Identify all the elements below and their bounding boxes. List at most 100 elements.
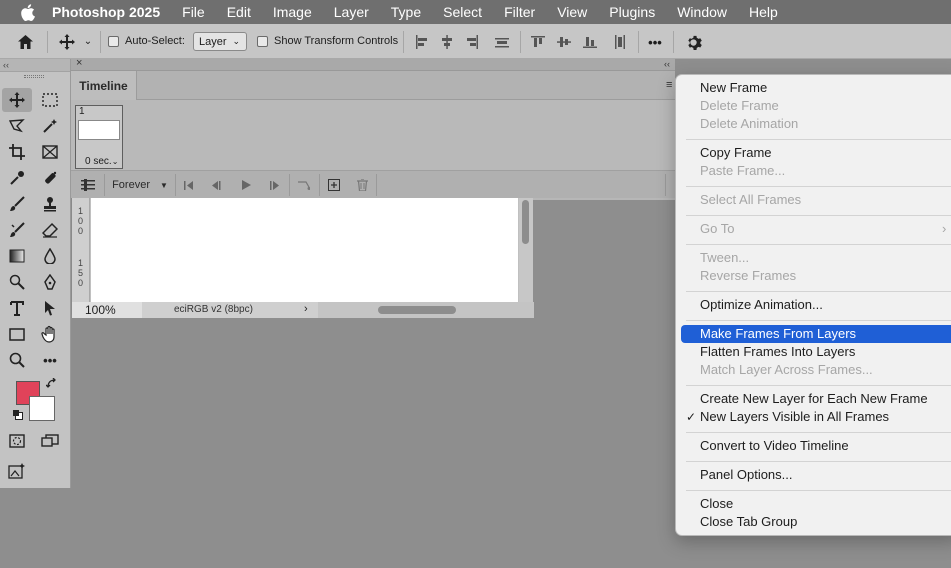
close-panel-icon[interactable]: × [76, 57, 82, 69]
apple-logo-icon[interactable] [16, 0, 38, 24]
delete-frame-icon[interactable] [351, 171, 373, 199]
menu-item-new-frame[interactable]: New Frame [700, 79, 767, 97]
align-bottom-icon[interactable] [581, 33, 599, 51]
menu-layer[interactable]: Layer [334, 4, 369, 20]
frame-tool-icon[interactable] [35, 140, 65, 164]
tab-timeline[interactable]: Timeline [71, 71, 137, 100]
menu-item-panel-options[interactable]: Panel Options... [700, 466, 793, 484]
eyedropper-icon[interactable] [2, 166, 32, 190]
menu-item-select-all-frames[interactable]: Select All Frames [700, 191, 801, 209]
dodge-tool-icon[interactable] [2, 270, 32, 294]
align-right-icon[interactable] [463, 33, 481, 51]
menu-plugins[interactable]: Plugins [609, 4, 655, 20]
menu-view[interactable]: View [557, 4, 587, 20]
move-tool-icon[interactable] [2, 88, 32, 112]
next-frame-icon[interactable] [264, 171, 286, 199]
panel-menu-icon[interactable]: ≡ [666, 79, 672, 91]
magic-wand-icon[interactable] [35, 114, 65, 138]
home-icon[interactable] [14, 32, 36, 52]
distribute-horizontal-icon[interactable] [611, 33, 629, 51]
gear-icon[interactable] [683, 32, 703, 52]
more-options-icon[interactable]: ••• [644, 33, 666, 51]
distribute-icon[interactable] [493, 33, 511, 51]
type-tool-icon[interactable] [2, 296, 32, 320]
menu-item-match-layer-across-frames[interactable]: Match Layer Across Frames... [700, 361, 873, 379]
eraser-tool-icon[interactable] [35, 218, 65, 242]
previous-frame-icon[interactable] [205, 171, 227, 199]
auto-select-checkbox[interactable] [108, 36, 119, 47]
tool-preset-chevron-icon[interactable]: ⌄ [82, 34, 94, 48]
menu-item-close[interactable]: Close [700, 495, 733, 513]
tools-grip[interactable] [24, 75, 44, 78]
animation-frame[interactable]: 1 0 sec.⌄ [75, 105, 123, 169]
tools-collapse-strip[interactable]: ‹‹ [0, 59, 70, 72]
pen-tool-icon[interactable] [35, 270, 65, 294]
align-vertical-center-icon[interactable] [555, 33, 573, 51]
auto-select-dropdown[interactable]: Layer ⌄ [193, 32, 247, 51]
horizontal-scroll-thumb[interactable] [378, 306, 456, 314]
rectangular-marquee-icon[interactable] [35, 88, 65, 112]
quick-mask-icon[interactable] [2, 429, 32, 453]
zoom-level-field[interactable]: 100% [72, 302, 142, 318]
menu-item-convert-to-video-timeline[interactable]: Convert to Video Timeline [700, 437, 849, 455]
options-separator [403, 31, 404, 53]
menu-item-new-layers-visible[interactable]: New Layers Visible in All Frames [700, 408, 889, 426]
menu-filter[interactable]: Filter [504, 4, 535, 20]
rectangle-tool-icon[interactable] [2, 322, 32, 346]
clone-stamp-icon[interactable] [35, 192, 65, 216]
first-frame-icon[interactable] [178, 171, 200, 199]
play-icon[interactable] [235, 171, 257, 199]
crop-tool-icon[interactable] [2, 140, 32, 164]
blur-tool-icon[interactable] [35, 244, 65, 268]
swap-colors-icon[interactable] [45, 377, 60, 392]
menu-item-make-frames-from-layers[interactable]: Make Frames From Layers [700, 325, 856, 343]
vertical-scroll-thumb[interactable] [522, 200, 529, 244]
menu-item-flatten-frames-into-layers[interactable]: Flatten Frames Into Layers [700, 343, 855, 361]
spot-healing-brush-icon[interactable] [35, 166, 65, 190]
frame-delay-dropdown[interactable]: 0 sec.⌄ [85, 156, 118, 167]
menu-edit[interactable]: Edit [227, 4, 251, 20]
lasso-tool-icon[interactable] [2, 114, 32, 138]
loop-options-dropdown[interactable]: Forever ▼ [107, 171, 173, 199]
align-left-icon[interactable] [413, 33, 431, 51]
menu-item-delete-frame[interactable]: Delete Frame [700, 97, 779, 115]
menu-item-delete-animation[interactable]: Delete Animation [700, 115, 798, 133]
status-menu-arrow[interactable]: › [304, 302, 308, 317]
panel-collapse-icon[interactable]: ‹‹ [664, 59, 676, 71]
menu-item-create-new-layer-each-frame[interactable]: Create New Layer for Each New Frame [700, 390, 928, 408]
tween-icon[interactable] [293, 171, 315, 199]
app-name-menu[interactable]: Photoshop 2025 [52, 4, 160, 20]
menu-type[interactable]: Type [391, 4, 421, 20]
document-canvas[interactable] [91, 198, 518, 302]
hand-tool-icon[interactable] [35, 322, 65, 346]
align-top-icon[interactable] [529, 33, 547, 51]
menu-item-tween[interactable]: Tween... [700, 249, 749, 267]
show-transform-checkbox[interactable] [257, 36, 268, 47]
menu-image[interactable]: Image [273, 4, 312, 20]
path-selection-icon[interactable] [35, 296, 65, 320]
screen-mode-icon[interactable] [35, 429, 65, 453]
more-tools-icon[interactable]: ••• [35, 348, 65, 372]
move-tool-icon[interactable] [57, 32, 77, 52]
zoom-tool-icon[interactable] [2, 348, 32, 372]
menu-item-reverse-frames[interactable]: Reverse Frames [700, 267, 796, 285]
history-brush-icon[interactable] [2, 218, 32, 242]
align-horizontal-center-icon[interactable] [438, 33, 456, 51]
menu-item-paste-frame[interactable]: Paste Frame... [700, 162, 785, 180]
menu-item-close-tab-group[interactable]: Close Tab Group [700, 513, 797, 531]
menu-file[interactable]: File [182, 4, 205, 20]
menu-window[interactable]: Window [677, 4, 727, 20]
menu-help[interactable]: Help [749, 4, 778, 20]
duplicate-frame-icon[interactable] [323, 171, 345, 199]
generate-image-icon[interactable] [2, 459, 32, 483]
background-color-swatch[interactable] [29, 396, 55, 421]
menu-item-optimize-animation[interactable]: Optimize Animation... [700, 296, 823, 314]
menu-item-go-to[interactable]: Go To [700, 220, 734, 238]
gradient-tool-icon[interactable] [2, 244, 32, 268]
menu-select[interactable]: Select [443, 4, 482, 20]
convert-to-video-timeline-icon[interactable] [75, 171, 101, 199]
menu-item-copy-frame[interactable]: Copy Frame [700, 144, 772, 162]
default-colors-icon[interactable] [12, 409, 24, 421]
brush-tool-icon[interactable] [2, 192, 32, 216]
menu-separator [686, 244, 951, 245]
